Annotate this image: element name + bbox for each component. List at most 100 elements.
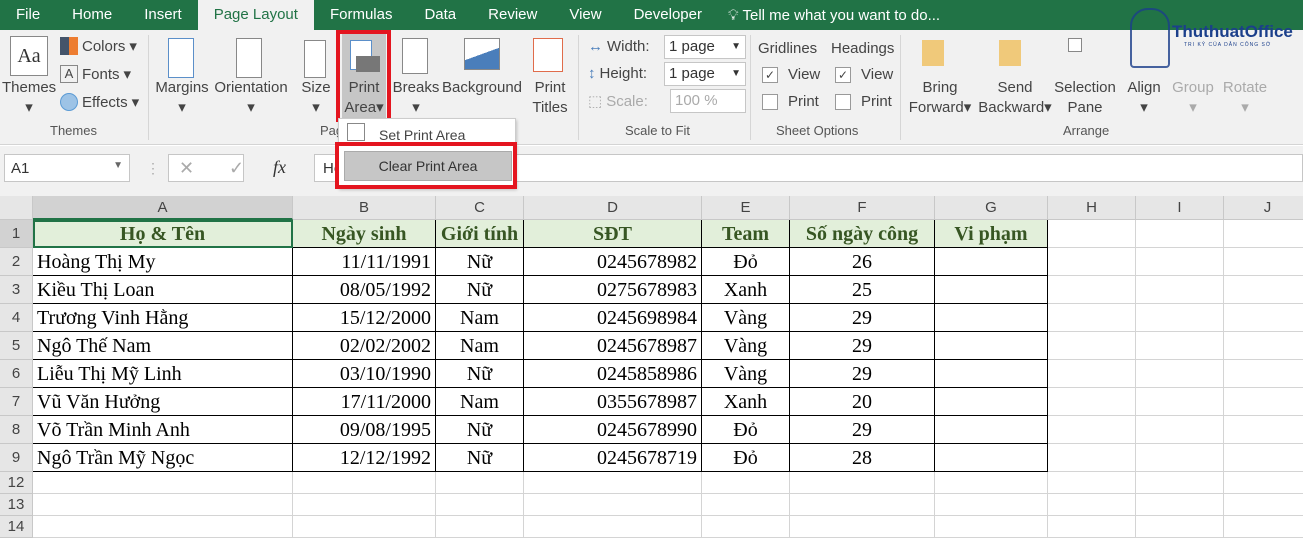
table-cell[interactable] <box>1136 360 1224 388</box>
table-cell[interactable]: Hoàng Thị My <box>33 248 293 276</box>
tab-review[interactable]: Review <box>472 0 553 30</box>
table-cell[interactable]: 0245678990 <box>524 416 702 444</box>
themes-button[interactable]: Themes ▾ <box>2 78 56 118</box>
table-cell[interactable] <box>935 416 1048 444</box>
table-cell[interactable]: 0245678987 <box>524 332 702 360</box>
table-cell[interactable] <box>1224 444 1303 472</box>
table-cell[interactable] <box>1224 248 1303 276</box>
table-cell[interactable] <box>1224 416 1303 444</box>
table-cell[interactable] <box>524 472 702 494</box>
tab-insert[interactable]: Insert <box>128 0 198 30</box>
table-cell[interactable] <box>790 494 935 516</box>
header-cell[interactable]: Số ngày công <box>790 220 935 248</box>
column-header-C[interactable]: C <box>436 196 524 220</box>
rotate-button[interactable]: Rotate ▾ <box>1220 78 1270 118</box>
table-cell[interactable] <box>1048 472 1136 494</box>
scale-input[interactable]: 100 % <box>670 89 746 113</box>
table-cell[interactable] <box>1224 360 1303 388</box>
table-cell[interactable] <box>1048 388 1136 416</box>
table-cell[interactable]: Nam <box>436 304 524 332</box>
table-cell[interactable] <box>1224 332 1303 360</box>
table-cell[interactable] <box>1224 494 1303 516</box>
table-cell[interactable]: 0245858986 <box>524 360 702 388</box>
table-cell[interactable] <box>436 516 524 538</box>
gridlines-view-checkbox[interactable]: ✓ View <box>762 66 820 83</box>
table-cell[interactable] <box>1048 444 1136 472</box>
table-cell[interactable]: Nữ <box>436 416 524 444</box>
row-header-5[interactable]: 5 <box>0 332 33 360</box>
table-cell[interactable] <box>293 472 436 494</box>
header-cell[interactable]: SĐT <box>524 220 702 248</box>
row-header-13[interactable]: 13 <box>0 494 33 516</box>
table-cell[interactable] <box>1136 444 1224 472</box>
table-cell[interactable]: 0355678987 <box>524 388 702 416</box>
table-cell[interactable]: Đỏ <box>702 248 790 276</box>
table-cell[interactable] <box>1136 276 1224 304</box>
table-cell[interactable]: Xanh <box>702 276 790 304</box>
table-cell[interactable] <box>1136 472 1224 494</box>
column-header-J[interactable]: J <box>1224 196 1303 220</box>
table-cell[interactable] <box>1048 332 1136 360</box>
column-header-F[interactable]: F <box>790 196 935 220</box>
margins-button[interactable]: Margins ▾ <box>152 78 212 118</box>
table-cell[interactable] <box>935 472 1048 494</box>
table-cell[interactable] <box>935 494 1048 516</box>
align-button[interactable]: Align ▾ <box>1122 78 1166 118</box>
table-cell[interactable]: Kiều Thị Loan <box>33 276 293 304</box>
table-cell[interactable] <box>1136 248 1224 276</box>
header-cell[interactable]: Vi phạm <box>935 220 1048 248</box>
table-cell[interactable] <box>1136 388 1224 416</box>
table-cell[interactable]: 29 <box>790 332 935 360</box>
set-print-area-item[interactable]: Set Print Area <box>379 127 465 143</box>
row-header-7[interactable]: 7 <box>0 388 33 416</box>
print-titles-button[interactable]: Print Titles <box>528 78 572 118</box>
tab-page-layout[interactable]: Page Layout <box>197 0 314 30</box>
cancel-icon[interactable]: ✕ <box>179 158 194 179</box>
table-cell[interactable] <box>524 494 702 516</box>
table-cell[interactable]: 15/12/2000 <box>293 304 436 332</box>
send-backward-button[interactable]: Send Backward▾ <box>978 78 1052 118</box>
table-cell[interactable] <box>935 248 1048 276</box>
table-cell[interactable]: Võ Trần Minh Anh <box>33 416 293 444</box>
table-cell[interactable]: 25 <box>790 276 935 304</box>
table-cell[interactable]: 29 <box>790 360 935 388</box>
table-cell[interactable] <box>1136 494 1224 516</box>
headings-view-checkbox[interactable]: ✓ View <box>835 66 893 83</box>
effects-button[interactable]: Effects ▾ <box>60 93 139 111</box>
table-cell[interactable] <box>935 516 1048 538</box>
table-cell[interactable]: 29 <box>790 304 935 332</box>
table-cell[interactable] <box>935 332 1048 360</box>
table-cell[interactable]: Nam <box>436 332 524 360</box>
table-cell[interactable]: Đỏ <box>702 444 790 472</box>
colors-button[interactable]: Colors ▾ <box>60 37 137 55</box>
table-cell[interactable]: Nữ <box>436 248 524 276</box>
table-cell[interactable]: 26 <box>790 248 935 276</box>
table-cell[interactable]: Vàng <box>702 360 790 388</box>
tab-home[interactable]: Home <box>56 0 128 30</box>
table-cell[interactable] <box>790 472 935 494</box>
table-cell[interactable] <box>1224 304 1303 332</box>
table-cell[interactable]: Nữ <box>436 444 524 472</box>
table-cell[interactable]: Liễu Thị Mỹ Linh <box>33 360 293 388</box>
table-cell[interactable]: Ngô Trần Mỹ Ngọc <box>33 444 293 472</box>
column-header-H[interactable]: H <box>1048 196 1136 220</box>
table-cell[interactable] <box>1224 516 1303 538</box>
row-header-12[interactable]: 12 <box>0 472 33 494</box>
selection-pane-button[interactable]: Selection Pane <box>1052 78 1118 118</box>
table-cell[interactable]: 0245678719 <box>524 444 702 472</box>
table-cell[interactable]: Vũ Văn Hưởng <box>33 388 293 416</box>
table-cell[interactable]: Nam <box>436 388 524 416</box>
table-cell[interactable] <box>935 388 1048 416</box>
column-header-E[interactable]: E <box>702 196 790 220</box>
table-cell[interactable]: 0245698984 <box>524 304 702 332</box>
table-cell[interactable] <box>1136 332 1224 360</box>
breaks-button[interactable]: Breaks ▾ <box>392 78 440 118</box>
row-header-9[interactable]: 9 <box>0 444 33 472</box>
tab-data[interactable]: Data <box>408 0 472 30</box>
table-cell[interactable] <box>1224 276 1303 304</box>
table-cell[interactable]: 09/08/1995 <box>293 416 436 444</box>
size-button[interactable]: Size ▾ <box>298 78 334 118</box>
group-button[interactable]: Group ▾ <box>1168 78 1218 118</box>
tell-me-input[interactable]: Tell me what you want to do... <box>742 7 940 24</box>
table-cell[interactable]: 03/10/1990 <box>293 360 436 388</box>
